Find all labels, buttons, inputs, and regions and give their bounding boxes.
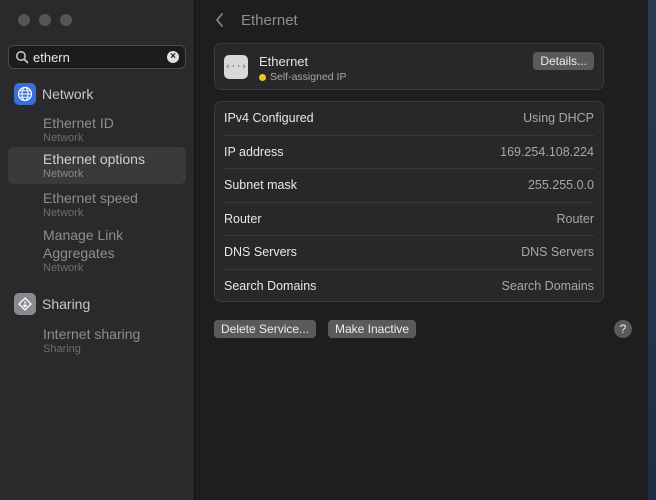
sidebar-category-label: Sharing xyxy=(42,296,91,312)
row-value: Search Domains xyxy=(501,279,594,294)
sidebar-item-title: Manage Link xyxy=(43,227,124,243)
sidebar-item-title: Internet sharing xyxy=(43,326,141,342)
row-label: Search Domains xyxy=(224,279,317,294)
table-row: IPv4 Configured Using DHCP xyxy=(224,102,594,136)
sidebar-category-label: Network xyxy=(42,86,94,102)
ip-settings-table: IPv4 Configured Using DHCP IP address 16… xyxy=(214,101,604,302)
sharing-icon xyxy=(14,293,36,315)
sidebar-item-subtitle: Network xyxy=(43,262,84,274)
sidebar-item-subtitle: Network xyxy=(43,132,84,144)
help-button[interactable]: ? xyxy=(614,320,632,338)
row-value: 255.255.0.0 xyxy=(527,178,594,193)
globe-icon xyxy=(14,83,36,105)
minimize-window-button[interactable] xyxy=(39,14,51,26)
table-row: IP address 169.254.108.224 xyxy=(224,136,594,169)
sidebar-item-title: Ethernet ID xyxy=(43,115,114,131)
window-controls xyxy=(18,14,72,26)
sidebar-item-title-line2: Aggregates xyxy=(43,245,115,261)
table-row: Search Domains Search Domains xyxy=(224,270,594,304)
delete-service-button[interactable]: Delete Service... xyxy=(214,320,317,338)
sidebar-item-subtitle: Sharing xyxy=(43,343,81,355)
row-value: Using DHCP xyxy=(523,111,594,126)
row-label: DNS Servers xyxy=(224,245,297,260)
service-status-text: Self-assigned IP xyxy=(270,71,347,83)
table-row: Router Router xyxy=(224,203,594,236)
table-row: Subnet mask 255.255.0.0 xyxy=(224,169,594,203)
row-label: Router xyxy=(224,211,262,226)
search-input[interactable]: ethern xyxy=(33,50,70,65)
ethernet-icon: ‹··› xyxy=(224,55,248,79)
sidebar-item-internet-sharing[interactable]: Internet sharing Sharing xyxy=(8,322,186,356)
close-window-button[interactable] xyxy=(18,14,30,26)
details-button[interactable]: Details... xyxy=(533,52,594,70)
row-value: Router xyxy=(556,211,594,226)
row-value: DNS Servers xyxy=(521,245,594,260)
sidebar-item-ethernet-id[interactable]: Ethernet ID Network xyxy=(8,111,186,145)
service-card: ‹··› Ethernet Self-assigned IP Details..… xyxy=(214,43,604,90)
zoom-window-button[interactable] xyxy=(60,14,72,26)
make-inactive-button[interactable]: Make Inactive xyxy=(328,320,417,338)
search-field[interactable]: ethern × xyxy=(8,45,186,69)
sidebar-item-manage-link-aggregates[interactable]: Manage Link Aggregates Network xyxy=(8,223,186,275)
sidebar-item-title: Ethernet options xyxy=(43,151,145,167)
sidebar: ethern × Network Ethernet ID Network Eth… xyxy=(0,0,195,500)
status-dot-icon xyxy=(259,73,266,81)
table-row: DNS Servers DNS Servers xyxy=(224,236,594,270)
clear-search-icon[interactable]: × xyxy=(167,51,179,63)
sidebar-category-network[interactable]: Network xyxy=(14,83,93,105)
row-label: IP address xyxy=(224,144,284,159)
back-chevron-icon[interactable] xyxy=(214,12,226,28)
sidebar-category-sharing[interactable]: Sharing xyxy=(14,293,90,315)
main-pane: Ethernet ‹··› Ethernet Self-assigned IP … xyxy=(196,0,656,500)
service-name: Ethernet xyxy=(259,54,309,69)
sidebar-item-subtitle: Network xyxy=(43,207,84,219)
sidebar-item-ethernet-options[interactable]: Ethernet options Network xyxy=(8,147,186,184)
row-label: IPv4 Configured xyxy=(224,111,314,126)
sidebar-item-ethernet-speed[interactable]: Ethernet speed Network xyxy=(8,186,186,220)
search-icon xyxy=(16,51,29,64)
page-title: Ethernet xyxy=(241,12,298,29)
row-label: Subnet mask xyxy=(224,178,297,193)
service-status: Self-assigned IP xyxy=(259,71,346,83)
sidebar-item-subtitle: Network xyxy=(43,168,84,180)
desktop-edge xyxy=(648,0,656,500)
row-value: 169.254.108.224 xyxy=(500,144,594,159)
sidebar-item-title: Ethernet speed xyxy=(43,190,138,206)
